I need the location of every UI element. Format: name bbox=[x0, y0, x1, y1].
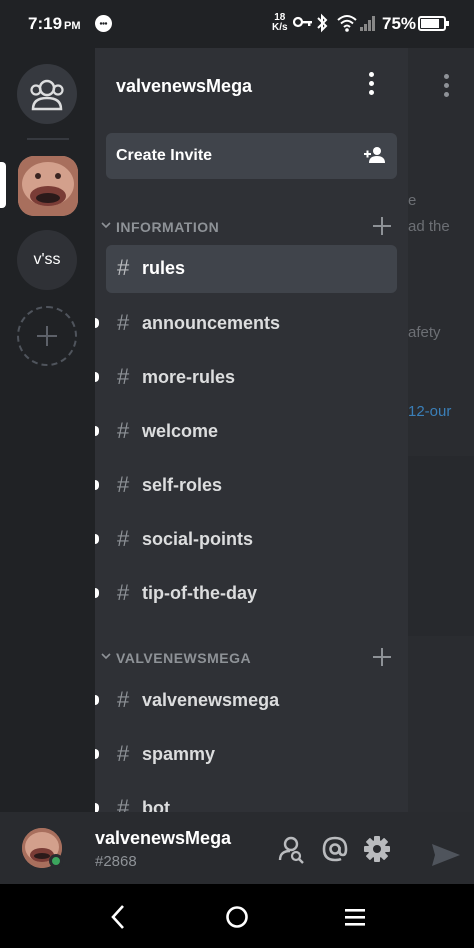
username: valvenewsMega bbox=[95, 828, 232, 848]
hash-icon: # bbox=[117, 255, 130, 280]
hash-icon: # bbox=[117, 418, 130, 443]
channel-name: spammy bbox=[142, 744, 216, 764]
channel-rules[interactable]: # rules bbox=[106, 245, 397, 293]
selected-server-indicator bbox=[0, 162, 6, 208]
user-panel: valvenewsMega #2868 bbox=[0, 812, 474, 884]
status-time: 7:19 PM bbox=[28, 14, 81, 33]
bluetooth-icon bbox=[316, 13, 328, 38]
hash-icon: # bbox=[117, 364, 130, 389]
chevron-down-icon bbox=[101, 222, 111, 229]
chevron-down-icon bbox=[101, 653, 111, 660]
back-icon[interactable] bbox=[104, 902, 134, 932]
rail-separator bbox=[27, 138, 69, 140]
channel-list-panel: valvenewsMega Create Invite INFORMATION … bbox=[95, 48, 408, 812]
add-person-icon bbox=[364, 146, 386, 169]
channel-name: valvenewsmega bbox=[142, 690, 280, 710]
channel-welcome[interactable]: # welcome bbox=[95, 408, 397, 456]
category-valvenewsmega[interactable]: VALVENEWSMEGA bbox=[95, 646, 408, 670]
hash-icon: # bbox=[117, 580, 130, 605]
add-channel-icon[interactable] bbox=[371, 646, 393, 668]
unread-indicator bbox=[95, 480, 99, 490]
chat-notification-icon bbox=[95, 15, 112, 32]
hash-icon: # bbox=[117, 687, 130, 712]
guild-header[interactable]: valvenewsMega bbox=[95, 48, 408, 124]
channel-name: more-rules bbox=[142, 367, 236, 387]
network-speed: 18 K/s bbox=[272, 13, 288, 33]
channel-name: rules bbox=[142, 258, 186, 278]
chat-header bbox=[408, 48, 474, 124]
unread-indicator bbox=[95, 426, 99, 436]
unread-indicator bbox=[95, 588, 99, 598]
chat-link-fragment[interactable]: 12-our bbox=[408, 403, 451, 420]
guild-name: valvenewsMega bbox=[116, 76, 253, 96]
add-channel-icon[interactable] bbox=[371, 215, 393, 237]
create-invite-button[interactable]: Create Invite bbox=[106, 133, 397, 179]
vpn-key-icon bbox=[292, 15, 313, 34]
settings-icon[interactable] bbox=[362, 834, 392, 864]
unread-indicator bbox=[95, 749, 99, 759]
unread-indicator bbox=[95, 695, 99, 705]
category-label: VALVENEWSMEGA bbox=[116, 650, 252, 666]
channel-bot[interactable]: # bot bbox=[95, 785, 397, 812]
unread-indicator bbox=[95, 534, 99, 544]
hash-icon: # bbox=[117, 741, 130, 766]
channel-name: bot bbox=[142, 798, 170, 812]
channel-spammy[interactable]: # spammy bbox=[95, 731, 397, 779]
hash-icon: # bbox=[117, 795, 130, 812]
add-server-button[interactable] bbox=[17, 306, 77, 366]
category-information[interactable]: INFORMATION bbox=[95, 215, 408, 239]
unread-indicator bbox=[95, 372, 99, 382]
send-icon bbox=[432, 844, 460, 866]
kebab-menu-icon[interactable] bbox=[363, 72, 379, 98]
android-nav-bar bbox=[0, 884, 474, 948]
channel-valvenewsmega[interactable]: # valvenewsmega bbox=[95, 677, 397, 725]
network-speed-unit: K/s bbox=[272, 22, 288, 33]
hash-icon: # bbox=[117, 526, 130, 551]
chat-text-fragment: afety bbox=[408, 324, 441, 341]
direct-messages-icon[interactable] bbox=[17, 64, 77, 124]
unread-indicator bbox=[95, 318, 99, 328]
user-tag: #2868 bbox=[95, 853, 137, 870]
kebab-menu-icon[interactable] bbox=[438, 74, 449, 98]
status-bar: 7:19 PM 18 K/s 75% bbox=[0, 0, 474, 48]
chat-text-fragment: ad the bbox=[408, 218, 450, 235]
search-members-icon[interactable] bbox=[276, 834, 306, 864]
channel-social-points[interactable]: # social-points bbox=[95, 516, 397, 564]
plus-icon bbox=[37, 326, 57, 346]
server-avatar-valvenewsmega[interactable] bbox=[18, 156, 78, 216]
wifi-icon bbox=[337, 14, 357, 37]
channel-announcements[interactable]: # announcements bbox=[95, 300, 397, 348]
category-label: INFORMATION bbox=[116, 219, 220, 235]
status-ampm: PM bbox=[64, 20, 81, 32]
unread-indicator bbox=[95, 803, 99, 812]
hash-icon: # bbox=[117, 310, 130, 335]
battery-percent: 75% bbox=[382, 14, 417, 33]
recents-icon[interactable] bbox=[340, 902, 370, 932]
channel-name: tip-of-the-day bbox=[142, 583, 257, 603]
server-vss-label: v'ss bbox=[33, 251, 61, 268]
channel-self-roles[interactable]: # self-roles bbox=[95, 462, 397, 510]
server-rail: v'ss bbox=[0, 48, 95, 812]
channel-name: announcements bbox=[142, 313, 281, 333]
create-invite-label: Create Invite bbox=[116, 147, 213, 164]
channel-name: self-roles bbox=[142, 475, 223, 495]
signal-icon bbox=[359, 14, 377, 37]
online-status-indicator bbox=[49, 854, 63, 868]
channel-name: welcome bbox=[142, 421, 219, 441]
mentions-icon[interactable] bbox=[320, 834, 350, 864]
chat-embed bbox=[408, 456, 474, 636]
server-vss[interactable]: v'ss bbox=[17, 230, 77, 290]
channel-tip-of-the-day[interactable]: # tip-of-the-day bbox=[95, 570, 397, 618]
chat-area-peek[interactable]: e ad the afety 12-our bbox=[408, 48, 474, 812]
hash-icon: # bbox=[117, 472, 130, 497]
chat-text-fragment: e bbox=[408, 192, 417, 209]
home-icon[interactable] bbox=[222, 902, 252, 932]
battery-icon bbox=[418, 16, 449, 31]
channel-more-rules[interactable]: # more-rules bbox=[95, 354, 397, 402]
channel-name: social-points bbox=[142, 529, 254, 549]
